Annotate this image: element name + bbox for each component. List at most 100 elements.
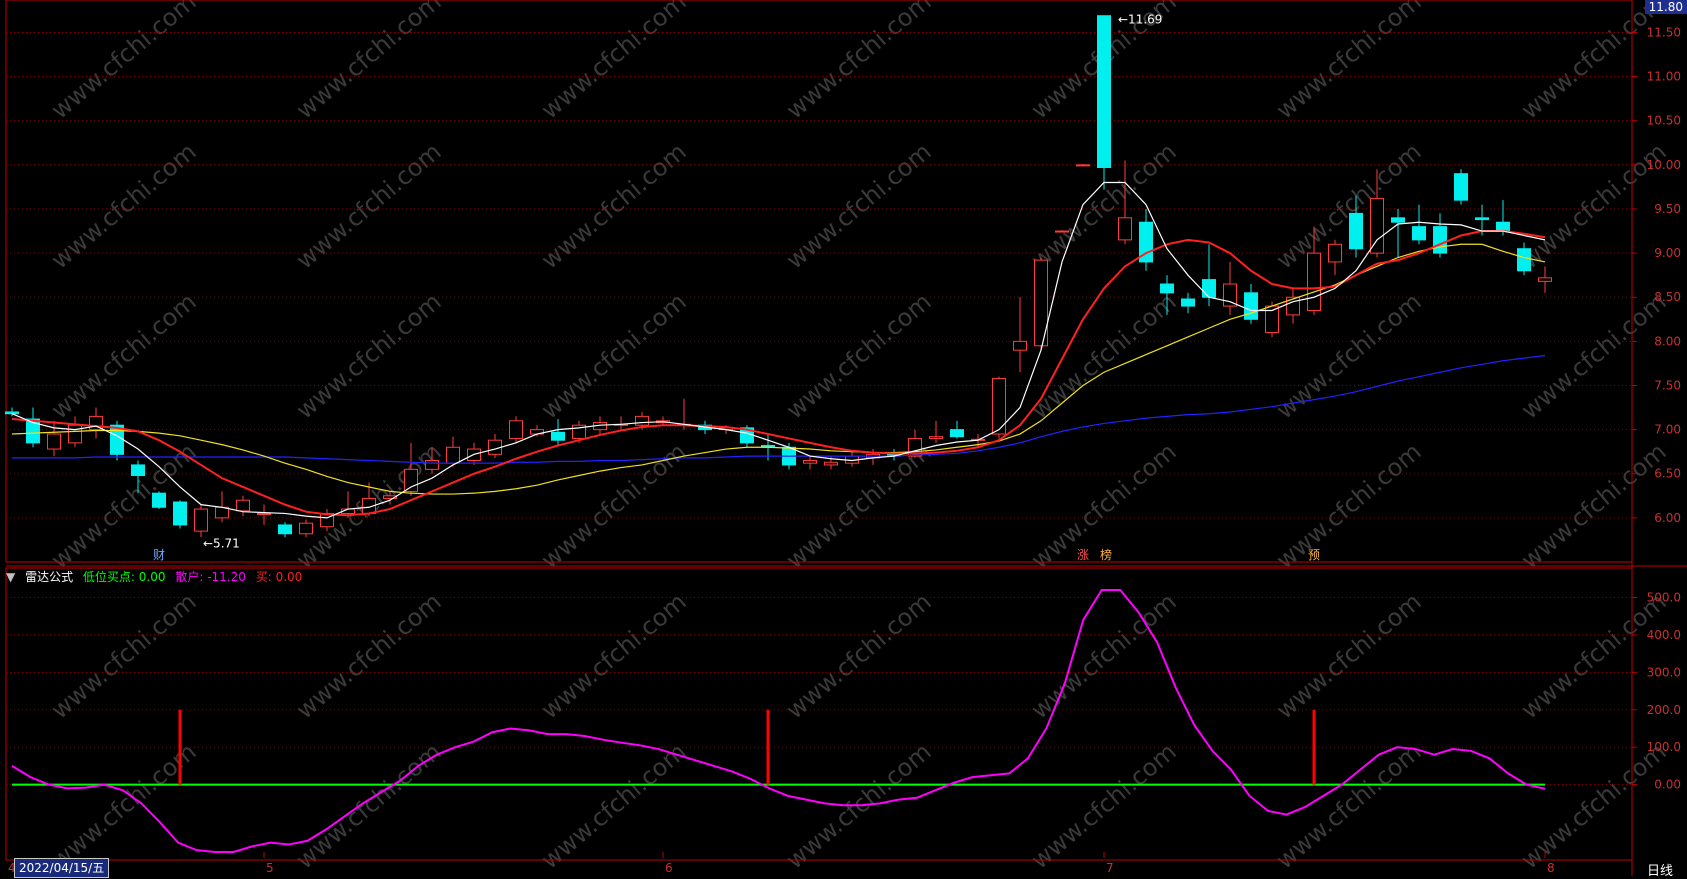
legend-retail-value: -11.20 (207, 570, 246, 584)
candle-body (1454, 173, 1468, 201)
watermark-text: www.cfchi.com (1516, 0, 1672, 125)
low-annotation: ←5.71 (203, 536, 240, 550)
watermark-text: www.cfchi.com (536, 137, 692, 274)
candle-body (1097, 15, 1111, 169)
watermark-text: www.cfchi.com (1516, 737, 1672, 874)
candle (509, 416, 523, 443)
watermark-text: www.cfchi.com (46, 137, 202, 274)
candle-body (1286, 296, 1300, 316)
candle-body (551, 431, 565, 441)
candle (530, 425, 544, 437)
month-tick-label: 6 (665, 861, 673, 875)
legend-retail-label: 散户: (175, 570, 204, 584)
watermark-text: www.cfchi.com (536, 737, 692, 874)
legend-toggle-icon[interactable]: ▼ (6, 570, 15, 584)
candle-body (1328, 243, 1342, 263)
watermark-text: www.cfchi.com (781, 587, 937, 724)
date-box: 2022/04/15/五 (14, 858, 110, 878)
indicator-tick-label: 200.0 (1647, 703, 1681, 717)
watermark-text: www.cfchi.com (781, 137, 937, 274)
indicator-tick-label: 100.0 (1647, 740, 1681, 754)
candle-body (68, 424, 82, 444)
legend-buy-value: 0.00 (275, 570, 303, 584)
candle-body (236, 499, 250, 512)
candle-body (5, 411, 19, 415)
main-tick-label: 10.50 (1647, 114, 1681, 128)
main-tick-label: 11.00 (1647, 70, 1681, 84)
month-tick-label: 5 (266, 861, 274, 875)
watermark-text: www.cfchi.com (1271, 437, 1427, 574)
watermark-text: www.cfchi.com (1271, 737, 1427, 874)
indicator-title[interactable]: 雷达公式 (25, 570, 73, 584)
watermark-text: www.cfchi.com (1271, 587, 1427, 724)
candle-body (1055, 230, 1069, 233)
candle-body (509, 420, 523, 439)
watermark-text: www.cfchi.com (1026, 287, 1182, 424)
candle-body (1076, 164, 1090, 167)
stock-chart-window: www.cfchi.com www.cfchi.com www.cfchi.com w… (0, 0, 1687, 879)
candle (1265, 301, 1279, 337)
candle-body (173, 501, 187, 526)
watermark-text: www.cfchi.com (46, 287, 202, 424)
watermark-text: www.cfchi.com (781, 287, 937, 424)
candle-body (131, 464, 145, 477)
legend-low-buy-label: 低位买点: (82, 570, 135, 584)
candle-body (1412, 226, 1426, 241)
chart-canvas[interactable]: www.cfchi.com www.cfchi.com www.cfchi.com w… (0, 0, 1687, 876)
main-tick-label: 11.50 (1647, 25, 1681, 39)
candle (1223, 261, 1237, 315)
watermark-text: www.cfchi.com (1026, 587, 1182, 724)
watermark-text: www.cfchi.com (1271, 0, 1427, 125)
candle (1391, 208, 1405, 258)
indicator-tick-label: 400.0 (1647, 628, 1681, 642)
candle-body (1370, 197, 1384, 254)
candle (299, 519, 313, 538)
watermark-text: www.cfchi.com (291, 0, 447, 125)
candle-body (1538, 277, 1552, 282)
watermark-text: www.cfchi.com (781, 0, 937, 125)
candle (1139, 208, 1153, 271)
period-button[interactable]: 日线 (1647, 860, 1673, 879)
indicator-legend: ▼ 雷达公式 低位买点: 0.00 散户: -11.20 买: 0.00 (6, 568, 308, 585)
candle-body (1349, 212, 1363, 250)
candle-body (1496, 221, 1510, 232)
candle (1538, 266, 1552, 293)
candle-body (824, 461, 838, 466)
main-tick-label: 8.00 (1654, 334, 1681, 348)
watermark-text: www.cfchi.com (536, 287, 692, 424)
candle (488, 434, 502, 458)
candle-body (950, 429, 964, 438)
candle-body (1475, 217, 1489, 221)
watermark-layer: www.cfchi.com www.cfchi.com www.cfchi.com w… (46, 0, 1672, 875)
candle-body (1118, 217, 1132, 241)
watermark-text: www.cfchi.com (46, 0, 202, 125)
candle (1244, 284, 1258, 324)
marker-yu: 预 (1308, 548, 1320, 562)
candle (1076, 163, 1090, 167)
main-tick-label: 6.00 (1654, 511, 1681, 525)
indicator-tick-label: 500.0 (1647, 590, 1681, 604)
indicator-tick-label: 0.00 (1654, 778, 1681, 792)
watermark-text: www.cfchi.com (46, 737, 202, 874)
candle-body (803, 460, 817, 464)
main-tick-label: 10.00 (1647, 158, 1681, 172)
candle-body (257, 512, 271, 515)
candle-body (278, 524, 292, 535)
candle (1013, 297, 1027, 373)
candle (1034, 257, 1048, 351)
high-annotation: ←11.69 (1118, 13, 1162, 27)
main-tick-label: 9.00 (1654, 246, 1681, 260)
candle-body (1160, 283, 1174, 294)
candle-body (299, 522, 313, 535)
candle-body (1181, 298, 1195, 307)
candle (257, 504, 271, 525)
candle (1097, 15, 1111, 190)
candle (89, 407, 103, 439)
candle-body (1244, 292, 1258, 320)
watermark-text: www.cfchi.com (1516, 437, 1672, 574)
main-tick-label: 6.50 (1654, 467, 1681, 481)
candle-body (425, 460, 439, 470)
main-tick-label: 7.00 (1654, 423, 1681, 437)
candle (173, 500, 187, 529)
candle-body (1391, 217, 1405, 223)
